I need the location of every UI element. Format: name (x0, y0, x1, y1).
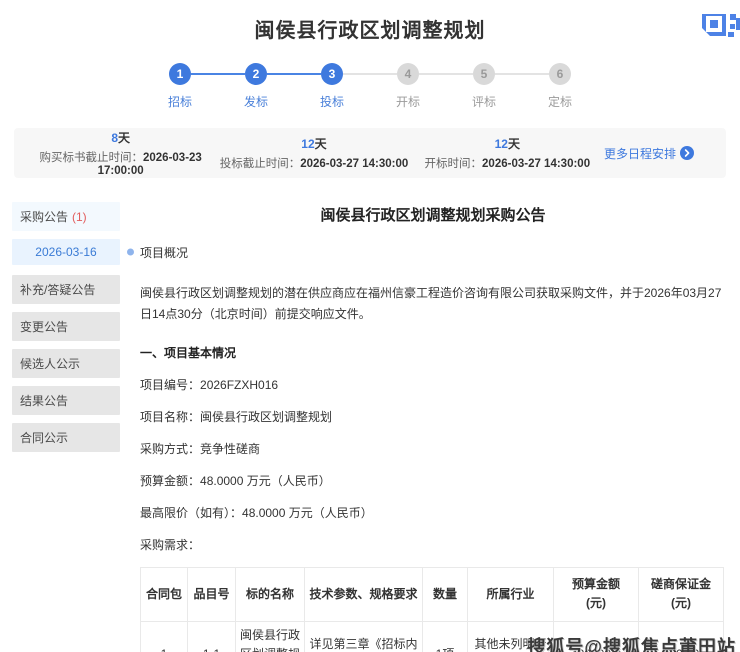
announcement-title: 闽侯县行政区划调整规划采购公告 (140, 204, 726, 225)
stepper-step-6: 6 定标 (522, 63, 598, 110)
cell-contract-package: 1 (141, 621, 188, 652)
page-title: 闽侯县行政区划调整规划 (0, 14, 740, 43)
schedule-item-opening-time: 12天 开标时间：2026-03-27 14:30:00 (411, 135, 604, 171)
sidebar-item-candidate-publicity[interactable]: 候选人公示 (12, 349, 120, 378)
sidebar-item-result-announcement[interactable]: 结果公告 (12, 386, 120, 415)
step-number: 5 (473, 63, 495, 85)
col-header-industry: 所属行业 (468, 567, 554, 621)
field-budget-amount: 预算金额：48.0000 万元（人民币） (140, 472, 726, 489)
schedule-label: 投标截止时间： (220, 158, 301, 170)
overview-label: 项目概况 (140, 243, 726, 265)
stepper-step-5: 5 评标 (446, 63, 522, 110)
announcement-sidebar: 采购公告 (1) 2026-03-16 补充/答疑公告 变更公告 候选人公示 结… (12, 202, 120, 652)
step-label: 开标 (396, 93, 420, 110)
cell-tech-specs: 详见第三章《招标内容及要求》 (305, 621, 423, 652)
schedule-item-bid-deadline: 12天 投标截止时间：2026-03-27 14:30:00 (217, 135, 410, 171)
field-procurement-method: 采购方式：竞争性磋商 (140, 440, 726, 457)
step-number: 1 (169, 63, 191, 85)
schedule-datetime: 2026-03-27 14:30:00 (482, 158, 590, 170)
field-max-price: 最高限价（如有）：48.0000 万元（人民币） (140, 504, 726, 521)
col-header-deposit: 磋商保证金 (元) (639, 567, 724, 621)
col-header-quantity: 数量 (423, 567, 468, 621)
days-remaining: 12天 (411, 135, 604, 152)
step-label: 评标 (472, 93, 496, 110)
sidebar-item-date[interactable]: 2026-03-16 (12, 239, 120, 265)
col-header-subject-name: 标的名称 (236, 567, 305, 621)
sidebar-item-procurement-announcement[interactable]: 采购公告 (1) (12, 202, 120, 231)
step-label: 发标 (244, 93, 268, 110)
field-procurement-demand: 采购需求： (140, 536, 726, 553)
cell-subject-name: 闽侯县行政区划调整规划 (236, 621, 305, 652)
announcement-count-badge: (1) (72, 210, 87, 224)
stepper-step-1: 1 招标 (142, 63, 218, 110)
step-number: 6 (549, 63, 571, 85)
col-header-tech-specs: 技术参数、规格要求 (305, 567, 423, 621)
schedule-label: 开标时间： (425, 158, 483, 170)
step-label: 定标 (548, 93, 572, 110)
step-label: 招标 (168, 93, 192, 110)
stepper-step-2: 2 发标 (218, 63, 294, 110)
days-remaining: 12天 (217, 135, 410, 152)
table-header-row: 合同包 品目号 标的名称 技术参数、规格要求 数量 所属行业 预算金额 (元) … (141, 567, 724, 621)
col-header-budget: 预算金额 (元) (554, 567, 639, 621)
field-project-name: 项目名称：闽侯县行政区划调整规划 (140, 408, 726, 425)
sidebar-item-change-announcement[interactable]: 变更公告 (12, 312, 120, 341)
chevron-right-circle-icon (680, 146, 694, 160)
sohu-watermark: 搜狐号@搜狐焦点莆田站 (527, 633, 736, 652)
step-label: 投标 (320, 93, 344, 110)
sidebar-item-supplement-qa[interactable]: 补充/答疑公告 (12, 275, 120, 304)
progress-stepper: 1 招标 2 发标 3 投标 4 开标 5 评标 6 定标 (0, 63, 740, 110)
stepper-step-4: 4 开标 (370, 63, 446, 110)
cell-quantity: 1项 (423, 621, 468, 652)
step-number: 4 (397, 63, 419, 85)
schedule-item-purchase-deadline: 8天 购买标书截止时间：2026-03-23 17:00:00 (24, 129, 217, 177)
qr-code-fragment-icon (692, 14, 740, 44)
announcement-body: 闽侯县行政区划调整规划采购公告 项目概况 闽侯县行政区划调整规划的潜在供应商应在… (140, 202, 726, 652)
stepper-step-3: 3 投标 (294, 63, 370, 110)
step-number: 3 (321, 63, 343, 85)
field-project-number: 项目编号：2026FZXH016 (140, 376, 726, 393)
section-title-basic-info: 一、项目基本情况 (140, 344, 726, 361)
schedule-bar: 8天 购买标书截止时间：2026-03-23 17:00:00 12天 投标截止… (14, 128, 726, 178)
col-header-contract-package: 合同包 (141, 567, 188, 621)
days-remaining: 8天 (24, 129, 217, 146)
schedule-datetime: 2026-03-27 14:30:00 (300, 158, 408, 170)
more-schedule-link[interactable]: 更多日程安排 (604, 145, 716, 162)
step-number: 2 (245, 63, 267, 85)
overview-text: 闽侯县行政区划调整规划的潜在供应商应在福州信豪工程造价咨询有限公司获取采购文件，… (140, 283, 726, 326)
cell-item-number: 1-1 (188, 621, 236, 652)
sidebar-item-contract-publicity[interactable]: 合同公示 (12, 423, 120, 452)
schedule-label: 购买标书截止时间： (40, 152, 144, 164)
col-header-item-number: 品目号 (188, 567, 236, 621)
active-date-dot (127, 249, 134, 256)
